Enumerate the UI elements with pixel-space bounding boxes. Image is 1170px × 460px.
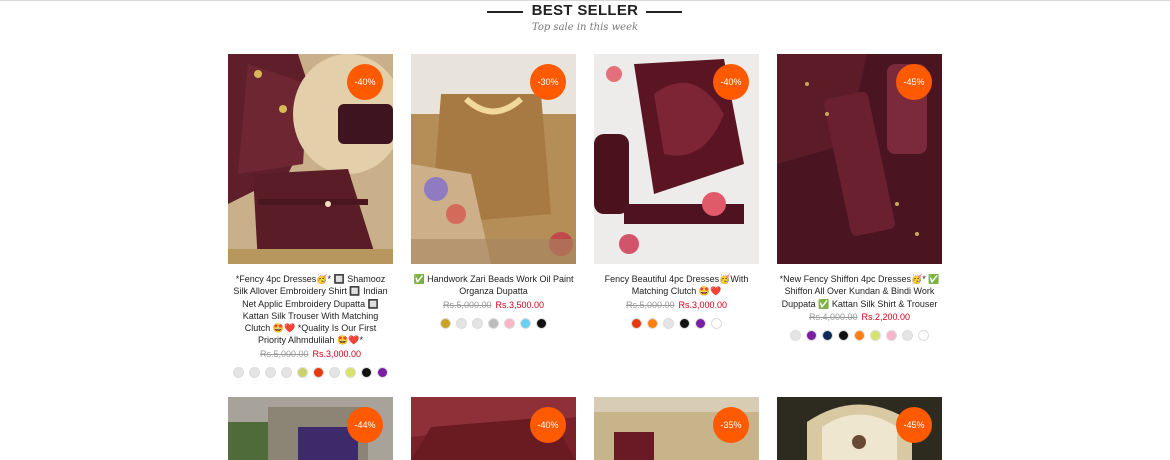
color-swatch[interactable] [313, 366, 324, 378]
color-swatch[interactable] [647, 317, 658, 329]
color-swatch[interactable] [456, 317, 467, 329]
color-swatch[interactable] [297, 366, 308, 378]
product-image[interactable]: -30% [411, 54, 576, 264]
product-image[interactable]: -44% [228, 397, 393, 460]
color-swatch[interactable] [249, 366, 260, 378]
product-name[interactable]: *Fency 4pc Dresses🥳* 🔲 Shamooz Silk Allo… [228, 273, 393, 347]
color-swatch[interactable] [663, 317, 674, 329]
product-image[interactable]: -40% [594, 54, 759, 264]
title-line-right [646, 11, 682, 13]
sale-price: Rs.3,000.00 [678, 299, 728, 310]
product-image[interactable]: -45% [777, 397, 942, 460]
discount-badge: -40% [530, 407, 566, 443]
color-swatch[interactable] [265, 366, 276, 378]
color-swatch[interactable] [918, 329, 929, 341]
color-swatch[interactable] [440, 317, 451, 329]
color-swatch[interactable] [902, 329, 913, 341]
discount-badge: -30% [530, 64, 566, 100]
color-swatches [411, 317, 576, 329]
color-swatch[interactable] [631, 317, 642, 329]
product-card[interactable]: -30% ✅ Handwork Zari Beads Work Oil Pain… [411, 54, 576, 329]
color-swatch[interactable] [806, 329, 817, 341]
old-price: Rs.5,000.00 [442, 299, 492, 310]
color-swatch[interactable] [790, 329, 801, 341]
color-swatch[interactable] [838, 329, 849, 341]
product-name[interactable]: *New Fency Shiffon 4pc Dresses🥳* ✅ Shiff… [777, 273, 942, 310]
color-swatch[interactable] [281, 366, 292, 378]
product-card[interactable]: -40% [411, 397, 576, 460]
color-swatch[interactable] [377, 366, 388, 378]
color-swatch[interactable] [886, 329, 897, 341]
product-card[interactable]: -40% Fency Beautiful 4pc Dresses🥳With Ma… [594, 54, 759, 329]
color-swatches [228, 366, 393, 378]
color-swatch[interactable] [329, 366, 340, 378]
discount-badge: -40% [713, 64, 749, 100]
product-card[interactable]: -45% [777, 397, 942, 460]
discount-badge: -40% [347, 64, 383, 100]
color-swatch[interactable] [472, 317, 483, 329]
color-swatch[interactable] [711, 317, 722, 329]
old-price: Rs.5,000.00 [625, 299, 675, 310]
color-swatch[interactable] [504, 317, 515, 329]
old-price: Rs.4,000.00 [808, 311, 858, 322]
section-title-row: BEST SELLER [485, 2, 685, 22]
product-name[interactable]: ✅ Handwork Zari Beads Work Oil Paint Org… [411, 273, 576, 298]
color-swatch[interactable] [870, 329, 881, 341]
product-image[interactable]: -40% [411, 397, 576, 460]
top-divider [0, 0, 1170, 1]
sale-price: Rs.2,200.00 [861, 311, 911, 322]
color-swatch[interactable] [520, 317, 531, 329]
product-card[interactable]: -40% *Fency 4pc Dresses🥳* 🔲 Shamooz Silk… [228, 54, 393, 378]
color-swatches [777, 329, 942, 341]
section-subtitle: Top sale in this week [531, 22, 639, 33]
product-price: Rs.4,000.00 Rs.2,200.00 [777, 312, 942, 322]
product-price: Rs.5,000.00 Rs.3,000.00 [594, 300, 759, 310]
product-card[interactable]: -45% *New Fency Shiffon 4pc Dresses🥳* ✅ … [777, 54, 942, 341]
product-image[interactable]: -40% [228, 54, 393, 264]
color-swatch[interactable] [536, 317, 547, 329]
color-swatch[interactable] [345, 366, 356, 378]
discount-badge: -35% [713, 407, 749, 443]
discount-badge: -45% [896, 407, 932, 443]
color-swatch[interactable] [233, 366, 244, 378]
product-card[interactable]: -35% [594, 397, 759, 460]
old-price: Rs.5,000.00 [259, 348, 309, 359]
discount-badge: -45% [896, 64, 932, 100]
color-swatch[interactable] [679, 317, 690, 329]
color-swatch[interactable] [822, 329, 833, 341]
color-swatch[interactable] [854, 329, 865, 341]
product-name[interactable]: Fency Beautiful 4pc Dresses🥳With Matchin… [594, 273, 759, 298]
product-price: Rs.5,000.00 Rs.3,000.00 [228, 349, 393, 359]
color-swatch[interactable] [695, 317, 706, 329]
product-price: Rs.5,000.00 Rs.3,500.00 [411, 300, 576, 310]
discount-badge: -44% [347, 407, 383, 443]
product-card[interactable]: -44% [228, 397, 393, 460]
sale-price: Rs.3,000.00 [312, 348, 362, 359]
color-swatch[interactable] [361, 366, 372, 378]
color-swatch[interactable] [488, 317, 499, 329]
sale-price: Rs.3,500.00 [495, 299, 545, 310]
color-swatches [594, 317, 759, 329]
product-image[interactable]: -35% [594, 397, 759, 460]
product-image[interactable]: -45% [777, 54, 942, 264]
